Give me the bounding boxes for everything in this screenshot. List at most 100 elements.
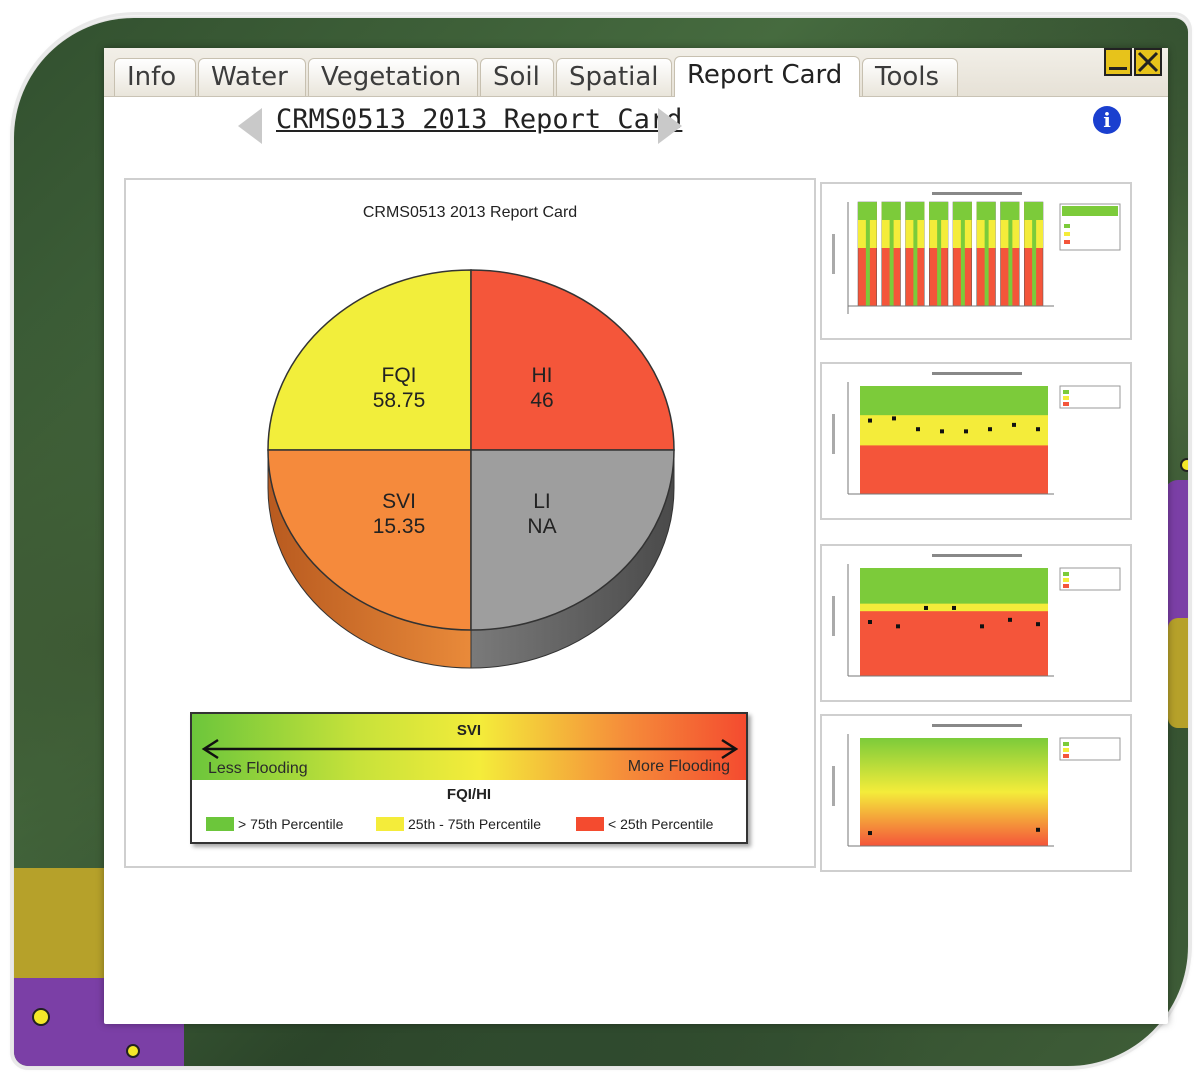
thumbnail-hydrologic-index[interactable] bbox=[820, 544, 1132, 702]
tab-spatial[interactable]: Spatial bbox=[556, 58, 672, 96]
arrow-left-icon[interactable] bbox=[238, 108, 262, 144]
legend-swatch bbox=[206, 817, 234, 831]
thumb-bar-stripe bbox=[1032, 202, 1037, 306]
thumb-legend-swatch bbox=[1064, 232, 1070, 236]
svi-legend-title: SVI bbox=[456, 722, 482, 739]
legend-item: 25th - 75th Percentile bbox=[376, 816, 541, 832]
thumb-title-mark bbox=[932, 192, 1022, 195]
thumb-title-mark bbox=[932, 724, 1022, 727]
thumb-data-point bbox=[1012, 422, 1016, 427]
tab-water[interactable]: Water bbox=[198, 58, 306, 96]
thumb-bar-stripe bbox=[984, 202, 989, 306]
info-icon[interactable]: i bbox=[1093, 106, 1121, 134]
thumb-data-point bbox=[896, 624, 900, 629]
thumb-data-point bbox=[924, 605, 928, 610]
thumb-data-point bbox=[1036, 622, 1040, 627]
tab-info[interactable]: Info bbox=[114, 58, 196, 96]
thumb-data-point bbox=[980, 624, 984, 629]
thumb-legend-swatch bbox=[1063, 754, 1069, 758]
less-flooding-label: Less Flooding bbox=[208, 760, 308, 777]
thumbnail-submergence-vulnerability-index[interactable] bbox=[820, 714, 1132, 872]
legend-item: > 75th Percentile bbox=[206, 816, 343, 832]
thumb-bar-stripe bbox=[1008, 202, 1013, 306]
thumb-legend-swatch bbox=[1064, 240, 1070, 244]
slice-label-name: HI bbox=[532, 364, 553, 387]
slice-label-value: 58.75 bbox=[373, 389, 426, 412]
close-glyph bbox=[1137, 51, 1159, 73]
map-marker-point[interactable] bbox=[126, 1044, 140, 1058]
report-card-chart: CRMS0513 2013 Report Card FQI 58.75 HI 4… bbox=[124, 178, 816, 868]
thumbnail-floristic-quality-index[interactable] bbox=[820, 362, 1132, 520]
thumbnail-chart bbox=[832, 724, 1121, 847]
pie-slice[interactable] bbox=[267, 269, 472, 451]
thumb-legend-swatch bbox=[1063, 578, 1069, 582]
thumb-legend-gradient bbox=[1062, 206, 1118, 216]
legend-swatch bbox=[576, 817, 604, 831]
tab-bar: Info Water Vegetation Soil Spatial Repor… bbox=[104, 48, 1168, 97]
thumb-ylabel-mark bbox=[832, 414, 835, 454]
thumb-legend-swatch bbox=[1063, 572, 1069, 576]
thumb-legend-swatch bbox=[1063, 402, 1069, 406]
thumb-bar-stripe bbox=[960, 202, 965, 306]
thumb-data-point bbox=[916, 427, 920, 432]
report-card-panel: Info Water Vegetation Soil Spatial Repor… bbox=[104, 48, 1168, 1024]
legend-label: < 25th Percentile bbox=[608, 816, 714, 832]
thumb-data-point bbox=[868, 418, 872, 423]
thumbnail-report-card-index[interactable] bbox=[820, 182, 1132, 340]
pie-slice[interactable] bbox=[470, 269, 675, 451]
thumb-data-point bbox=[940, 429, 944, 434]
thumb-data-point bbox=[1036, 827, 1040, 832]
report-title-link[interactable]: CRMS0513 2013 Report Card bbox=[276, 104, 682, 135]
map-marker-point[interactable] bbox=[32, 1008, 50, 1026]
thumb-ylabel-mark bbox=[832, 234, 835, 274]
chart-legend: SVI Less Flooding More Flooding FQI/HI >… bbox=[190, 712, 748, 844]
arrow-right-icon[interactable] bbox=[658, 108, 682, 144]
thumb-legend-swatch bbox=[1063, 742, 1069, 746]
thumb-legend-swatch bbox=[1063, 396, 1069, 400]
legend-item: < 25th Percentile bbox=[576, 816, 713, 832]
thumb-legend-swatch bbox=[1063, 390, 1069, 394]
thumb-legend-swatch bbox=[1063, 584, 1069, 588]
thumbnail-chart bbox=[832, 372, 1121, 495]
legend-label: > 75th Percentile bbox=[238, 816, 344, 832]
fqihi-legend-title: FQI/HI bbox=[446, 786, 492, 803]
thumb-ylabel-mark bbox=[832, 766, 835, 806]
thumb-data-point bbox=[892, 416, 896, 421]
thumb-bar-stripe bbox=[937, 202, 942, 306]
legend-swatch bbox=[376, 817, 404, 831]
tab-tools[interactable]: Tools bbox=[862, 58, 958, 96]
report-title-row: CRMS0513 2013 Report Card bbox=[104, 100, 1168, 150]
thumb-band-green bbox=[860, 568, 1048, 604]
close-icon[interactable] bbox=[1134, 48, 1162, 76]
pie-chart: FQI 58.75 HI 46 SVI 15.35 LI NA bbox=[267, 269, 675, 669]
thumb-data-point bbox=[988, 427, 992, 432]
thumb-band-green bbox=[860, 386, 1048, 416]
thumb-gradient-area bbox=[860, 738, 1048, 846]
tab-vegetation[interactable]: Vegetation bbox=[308, 58, 478, 96]
double-arrow-icon bbox=[201, 738, 739, 760]
thumb-ylabel-mark bbox=[832, 596, 835, 636]
pie-slice[interactable] bbox=[470, 449, 675, 631]
thumb-data-point bbox=[964, 429, 968, 434]
thumb-legend-swatch bbox=[1064, 224, 1070, 228]
minimize-icon[interactable] bbox=[1104, 48, 1132, 76]
thumb-data-point bbox=[952, 605, 956, 610]
chart-title: CRMS0513 2013 Report Card bbox=[362, 204, 578, 221]
map-region-olive-right bbox=[1168, 618, 1188, 728]
pie-slice[interactable] bbox=[267, 449, 472, 631]
more-flooding-label: More Flooding bbox=[627, 758, 730, 775]
thumb-data-point bbox=[868, 620, 872, 624]
slice-label-name: SVI bbox=[382, 490, 416, 513]
thumb-legend-swatch bbox=[1063, 748, 1069, 752]
tab-soil[interactable]: Soil bbox=[480, 58, 554, 96]
legend-label: 25th - 75th Percentile bbox=[408, 816, 542, 832]
thumbnail-chart bbox=[832, 554, 1121, 677]
thumb-bar-stripe bbox=[889, 202, 894, 306]
minimize-glyph bbox=[1109, 67, 1127, 70]
slice-label-value: 15.35 bbox=[373, 515, 426, 538]
thumbnail-chart bbox=[832, 192, 1121, 314]
slice-label-value: 46 bbox=[530, 389, 553, 412]
map-marker-point[interactable] bbox=[1180, 458, 1188, 472]
tab-report-card[interactable]: Report Card bbox=[674, 56, 860, 97]
slice-label-name: FQI bbox=[382, 364, 417, 387]
